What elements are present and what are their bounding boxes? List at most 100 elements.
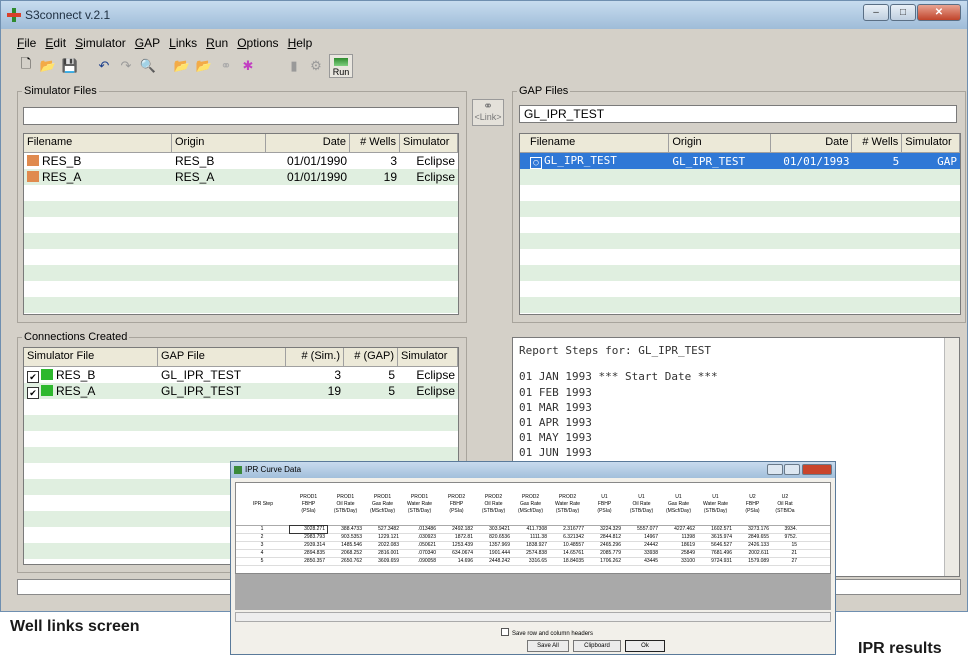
new-file-icon[interactable]: 🗋 [17, 56, 35, 75]
ipr-column-header[interactable]: PROD2 Gas Rate (MScf/Day) [512, 483, 549, 525]
col-origin[interactable]: Origin [172, 134, 266, 152]
ipr-minimize-button[interactable] [767, 464, 783, 475]
ipr-curve-dialog: IPR Curve Data IPR Step PROD1 FBHP (PSIa)… [230, 461, 836, 655]
table-row[interactable]: ✔ RES_B GL_IPR_TEST 3 5 Eclipse [24, 367, 458, 383]
save-icon[interactable]: 💾 [61, 57, 79, 75]
ipr-title-bar[interactable]: IPR Curve Data [231, 462, 835, 478]
menu-gap[interactable]: GAP [135, 36, 160, 50]
ipr-close-button[interactable] [802, 464, 832, 475]
link-button[interactable]: ⚭ <Link> [472, 99, 504, 126]
ipr-column-header[interactable]: PROD1 Water Rate (STB/Day) [401, 483, 438, 525]
redo-icon[interactable]: ↷ [117, 57, 135, 75]
simulator-path-input[interactable] [23, 107, 459, 125]
col-simulator[interactable]: Simulator [398, 348, 458, 366]
open-simulator-icon[interactable]: 📂 [173, 57, 191, 75]
ipr-cell: 10.48557 [563, 542, 584, 548]
minimize-button[interactable]: – [863, 4, 889, 21]
ipr-table-row[interactable]: 3 2939.314 1485.546 2022.083 .050621 1253.439… [236, 542, 830, 550]
ipr-cell: 18619 [681, 542, 695, 548]
menu-run[interactable]: Run [206, 36, 228, 50]
menu-simulator[interactable]: Simulator [75, 36, 126, 50]
report-scrollbar[interactable] [944, 338, 959, 576]
save-all-button[interactable]: Save All [527, 640, 569, 652]
settings-icon[interactable]: ⚙ [307, 57, 325, 75]
col-simulator[interactable]: Simulator [902, 134, 960, 152]
ipr-cell: 9724.931 [711, 558, 732, 564]
menu-links[interactable]: Links [169, 36, 197, 50]
ipr-cell: 1111.38 [530, 534, 547, 540]
ipr-column-header[interactable]: U1 Gas Rate (MScf/Day) [660, 483, 697, 525]
ipr-cell: 2850.357 [304, 558, 325, 564]
ipr-table-row[interactable]: 1 3028.271 388.4733 527.3482 .013486 2492.182… [236, 525, 830, 534]
ipr-column-header[interactable]: U1 Oil Rate (STB/Day) [623, 483, 660, 525]
app-icon [7, 8, 21, 22]
col-filename[interactable]: Filename [24, 134, 172, 152]
close-button[interactable]: ✕ [917, 4, 961, 21]
ipr-table-row[interactable]: 4 2894.835 2068.252 2816.001 .070340 634.0674… [236, 550, 830, 558]
unlink-icon[interactable]: ✱ [239, 57, 257, 75]
clipboard-button[interactable]: Clipboard [573, 640, 621, 652]
chart-icon[interactable]: ▮ [285, 57, 303, 75]
save-headers-checkbox[interactable]: Save row and column headers [501, 628, 593, 637]
maximize-button[interactable]: □ [890, 4, 916, 21]
link-icon[interactable]: ⚭ [217, 57, 235, 75]
connection-color-swatch [41, 384, 53, 396]
col-wells[interactable]: # Wells [852, 134, 903, 152]
col-gap-count[interactable]: # (GAP) [344, 348, 398, 366]
table-row[interactable]: ✔ RES_A GL_IPR_TEST 19 5 Eclipse [24, 383, 458, 399]
ipr-cell: 2085.779 [600, 550, 621, 556]
ipr-maximize-button[interactable] [784, 464, 800, 475]
ipr-column-header[interactable]: PROD1 FBHP (PSIa) [290, 483, 327, 525]
col-filename[interactable]: Filename [520, 134, 670, 152]
caption-ipr-results: IPR results [858, 640, 942, 657]
col-origin[interactable]: Origin [669, 134, 771, 152]
save-headers-label: Save row and column headers [512, 631, 594, 637]
ipr-table-row[interactable]: 2 2983.793 903.5353 1229.121 .030923 1872.81 8… [236, 534, 830, 542]
ipr-column-header[interactable]: PROD2 Water Rate (STB/Day) [549, 483, 586, 525]
ipr-column-header[interactable]: PROD2 FBHP (PSIa) [438, 483, 475, 525]
table-row[interactable]: RES_B RES_B 01/01/1990 3 Eclipse [24, 153, 458, 169]
ipr-cell: 1579.089 [748, 558, 769, 564]
ipr-horizontal-scrollbar[interactable] [235, 612, 831, 622]
cell-filename: RES_A [42, 170, 82, 184]
menu-edit[interactable]: Edit [45, 36, 66, 50]
col-simulator-file[interactable]: Simulator File [24, 348, 158, 366]
gap-path-input[interactable]: GL_IPR_TEST [519, 105, 957, 123]
ipr-cell: 5 [260, 558, 264, 564]
menu-file[interactable]: File [17, 36, 36, 50]
ipr-cell: 1229.121 [378, 534, 399, 540]
open-gap-icon[interactable]: 📂 [195, 57, 213, 75]
ipr-column-header[interactable]: PROD1 Oil Rate (STB/Day) [327, 483, 364, 525]
run-button[interactable]: Run [329, 54, 353, 78]
undo-icon[interactable]: ↶ [95, 57, 113, 75]
gap-files-header: Filename Origin Date # Wells Simulator [520, 134, 960, 153]
open-folder-icon[interactable]: 📂 [39, 57, 57, 75]
checkbox[interactable]: ✔ [27, 386, 39, 399]
table-row[interactable]: ○ GL_IPR_TEST GL_IPR_TEST 01/01/1993 5 GA… [520, 153, 960, 169]
ipr-column-header[interactable]: U2 FBHP (PSIa) [734, 483, 771, 525]
ipr-column-header[interactable]: PROD1 Gas Rate (MScf/Day) [364, 483, 401, 525]
menu-help[interactable]: Help [288, 36, 313, 50]
ipr-table-row[interactable]: 5 2850.357 2650.762 3609.659 .090058 14.696 24… [236, 558, 830, 566]
ipr-cell: 1 [260, 526, 264, 532]
ipr-cell: 14.65761 [563, 550, 584, 556]
ipr-column-header[interactable]: PROD2 Oil Rate (STB/Day) [475, 483, 512, 525]
col-gap-file[interactable]: GAP File [158, 348, 286, 366]
table-row[interactable]: RES_A RES_A 01/01/1990 19 Eclipse [24, 169, 458, 185]
menu-options[interactable]: Options [237, 36, 278, 50]
col-wells[interactable]: # Wells [350, 134, 400, 152]
ipr-cell: 1602.571 [711, 526, 732, 532]
title-bar[interactable]: S3connect v.2.1 – □ ✕ [1, 1, 967, 29]
ok-button[interactable]: Ok [625, 640, 665, 652]
col-date[interactable]: Date [266, 134, 350, 152]
ipr-column-header[interactable]: U2 Oil Rat (STB/Da [771, 483, 799, 525]
col-date[interactable]: Date [771, 134, 853, 152]
checkbox[interactable]: ✔ [27, 370, 39, 383]
find-icon[interactable]: 🔍 [139, 57, 157, 75]
ipr-column-header[interactable]: U1 FBHP (PSIa) [586, 483, 623, 525]
col-simulator[interactable]: Simulator [400, 134, 458, 152]
col-sim-count[interactable]: # (Sim.) [286, 348, 344, 366]
report-line: 01 FEB 1993 [519, 386, 592, 399]
ipr-column-header[interactable]: IPR Step [236, 483, 290, 525]
ipr-column-header[interactable]: U1 Water Rate (STB/Day) [697, 483, 734, 525]
